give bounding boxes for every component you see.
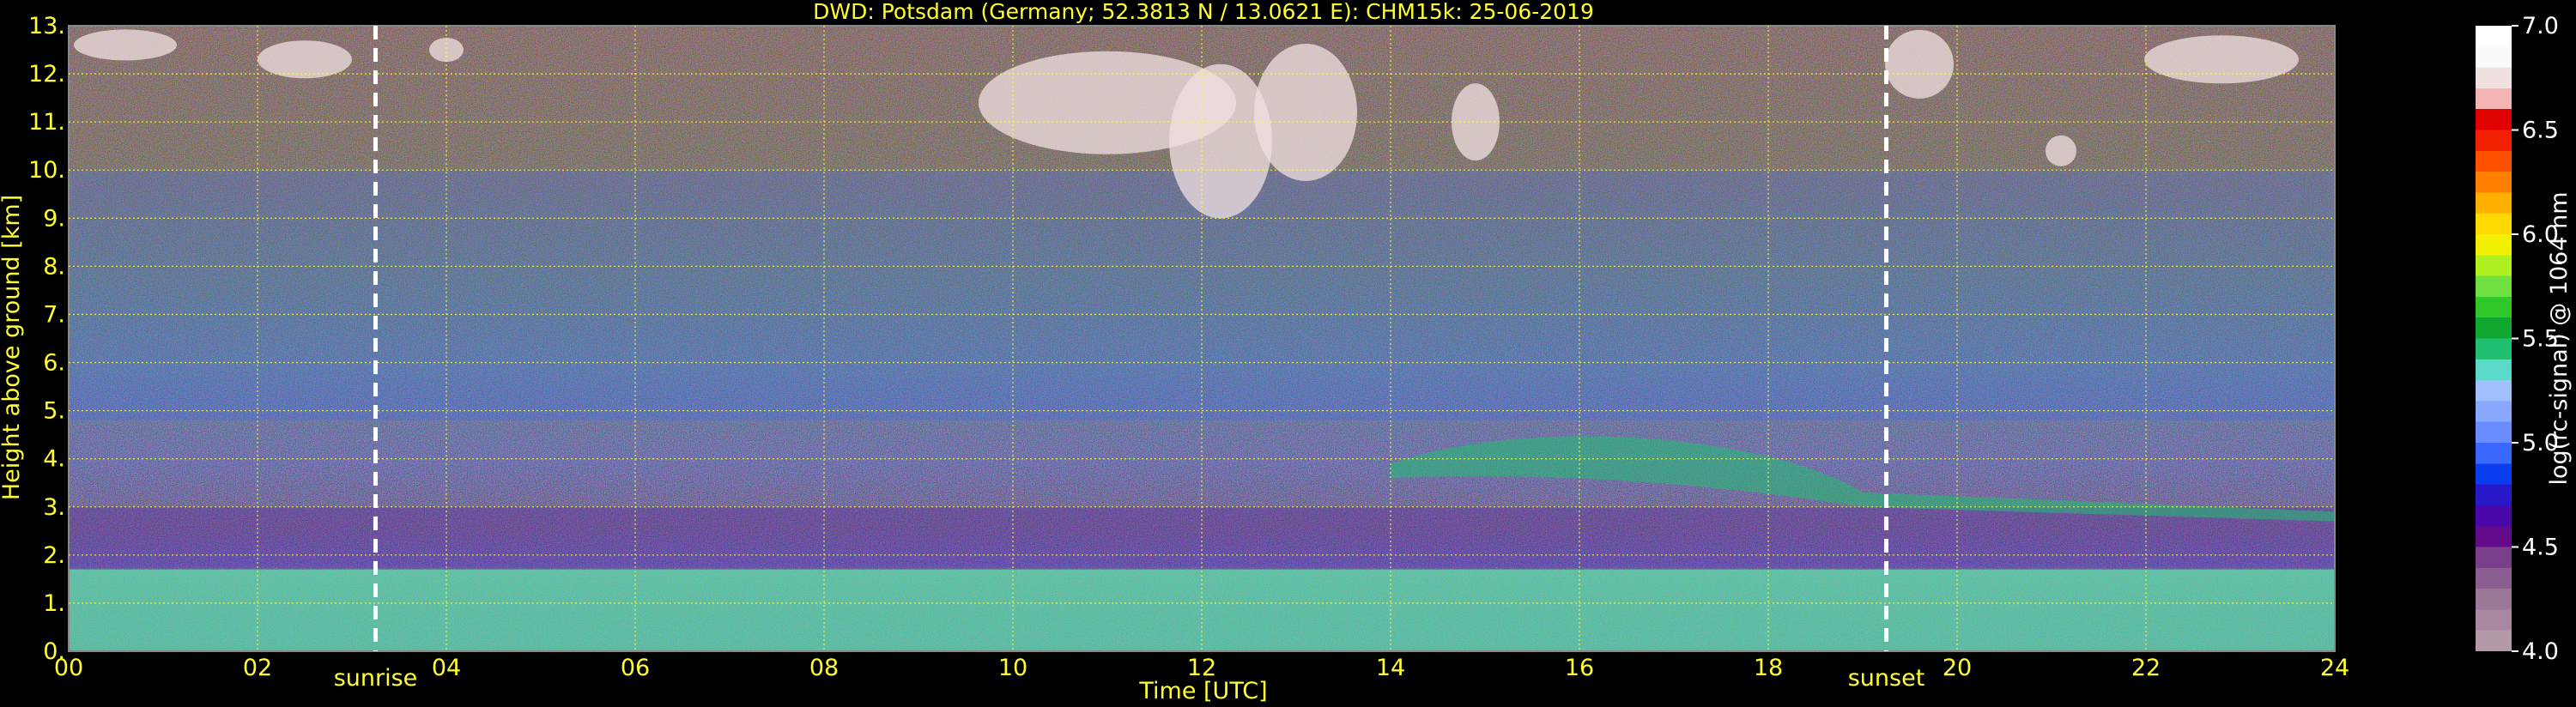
- colorbar-label: log(rc-signal) @ 1064 nm: [2546, 191, 2573, 485]
- x-tick-label: 06: [621, 655, 650, 681]
- cloud-mark: [429, 38, 464, 63]
- colorbar-tick-label: 4.0: [2522, 638, 2559, 665]
- y-tick-label: 12.: [28, 61, 65, 88]
- sunset-label: sunset: [1848, 665, 1925, 692]
- plot-area: [69, 26, 2335, 651]
- cloud-mark: [2046, 135, 2076, 166]
- colorbar-tick-label: 7.0: [2522, 13, 2559, 39]
- x-axis-label: Time [UTC]: [1138, 678, 1267, 704]
- y-tick-label: 3.: [43, 494, 65, 521]
- colorbar-tick-label: 6.5: [2522, 118, 2559, 144]
- y-tick-label: 0.: [43, 638, 65, 665]
- y-tick-label: 8.: [43, 253, 65, 280]
- sunrise-label: sunrise: [334, 665, 418, 692]
- y-tick-label: 7.: [43, 301, 65, 328]
- x-tick-label: 18: [1754, 655, 1783, 681]
- cloud-mark: [1169, 63, 1272, 219]
- x-tick-label: 10: [998, 655, 1027, 681]
- y-tick-label: 13.: [28, 13, 65, 39]
- x-tick-label: 14: [1376, 655, 1405, 681]
- y-axis-label: Height above ground [km]: [0, 195, 25, 500]
- colorbar-scale: [2476, 26, 2512, 651]
- y-tick-label: 9.: [43, 205, 65, 232]
- y-tick-label: 5.: [43, 398, 65, 425]
- y-tick-label: 10.: [28, 157, 65, 184]
- cloud-mark: [1452, 83, 1500, 161]
- chart-title: DWD: Potsdam (Germany; 52.3813 N / 13.06…: [813, 0, 1594, 24]
- x-tick-label: 22: [2131, 655, 2161, 681]
- y-tick-label: 11.: [28, 109, 65, 136]
- x-tick-label: 16: [1565, 655, 1594, 681]
- y-tick-label: 1.: [43, 590, 65, 617]
- x-tick-label: 24: [2320, 655, 2349, 681]
- cloud-mark: [2144, 35, 2299, 84]
- x-tick-label: 20: [1943, 655, 1972, 681]
- x-tick-label: 04: [432, 655, 461, 681]
- colorbar-tick-label: 4.5: [2522, 535, 2559, 561]
- y-tick-label: 6.: [43, 350, 65, 377]
- cloud-mark: [258, 40, 352, 79]
- cloud-mark: [74, 29, 177, 61]
- y-tick-label: 2.: [43, 542, 65, 569]
- x-tick-label: 08: [809, 655, 839, 681]
- x-tick-label: 02: [243, 655, 272, 681]
- cloud-mark: [1254, 43, 1357, 181]
- colorbar: 4.04.55.05.56.06.57.0 log(rc-signal) @ 1…: [2476, 13, 2573, 665]
- y-axis-ticks: 0. 1. 2. 3. 4. 5. 6. 7. 8. 9. 10. 11. 12. 13.: [28, 13, 65, 665]
- ceilometer-chart: sunrise sunset 00 02 04 06 08 10 12 14 16 18 20 22 24…: [0, 0, 2573, 704]
- cloud-mark: [1885, 29, 1954, 99]
- y-tick-label: 4.: [43, 446, 65, 473]
